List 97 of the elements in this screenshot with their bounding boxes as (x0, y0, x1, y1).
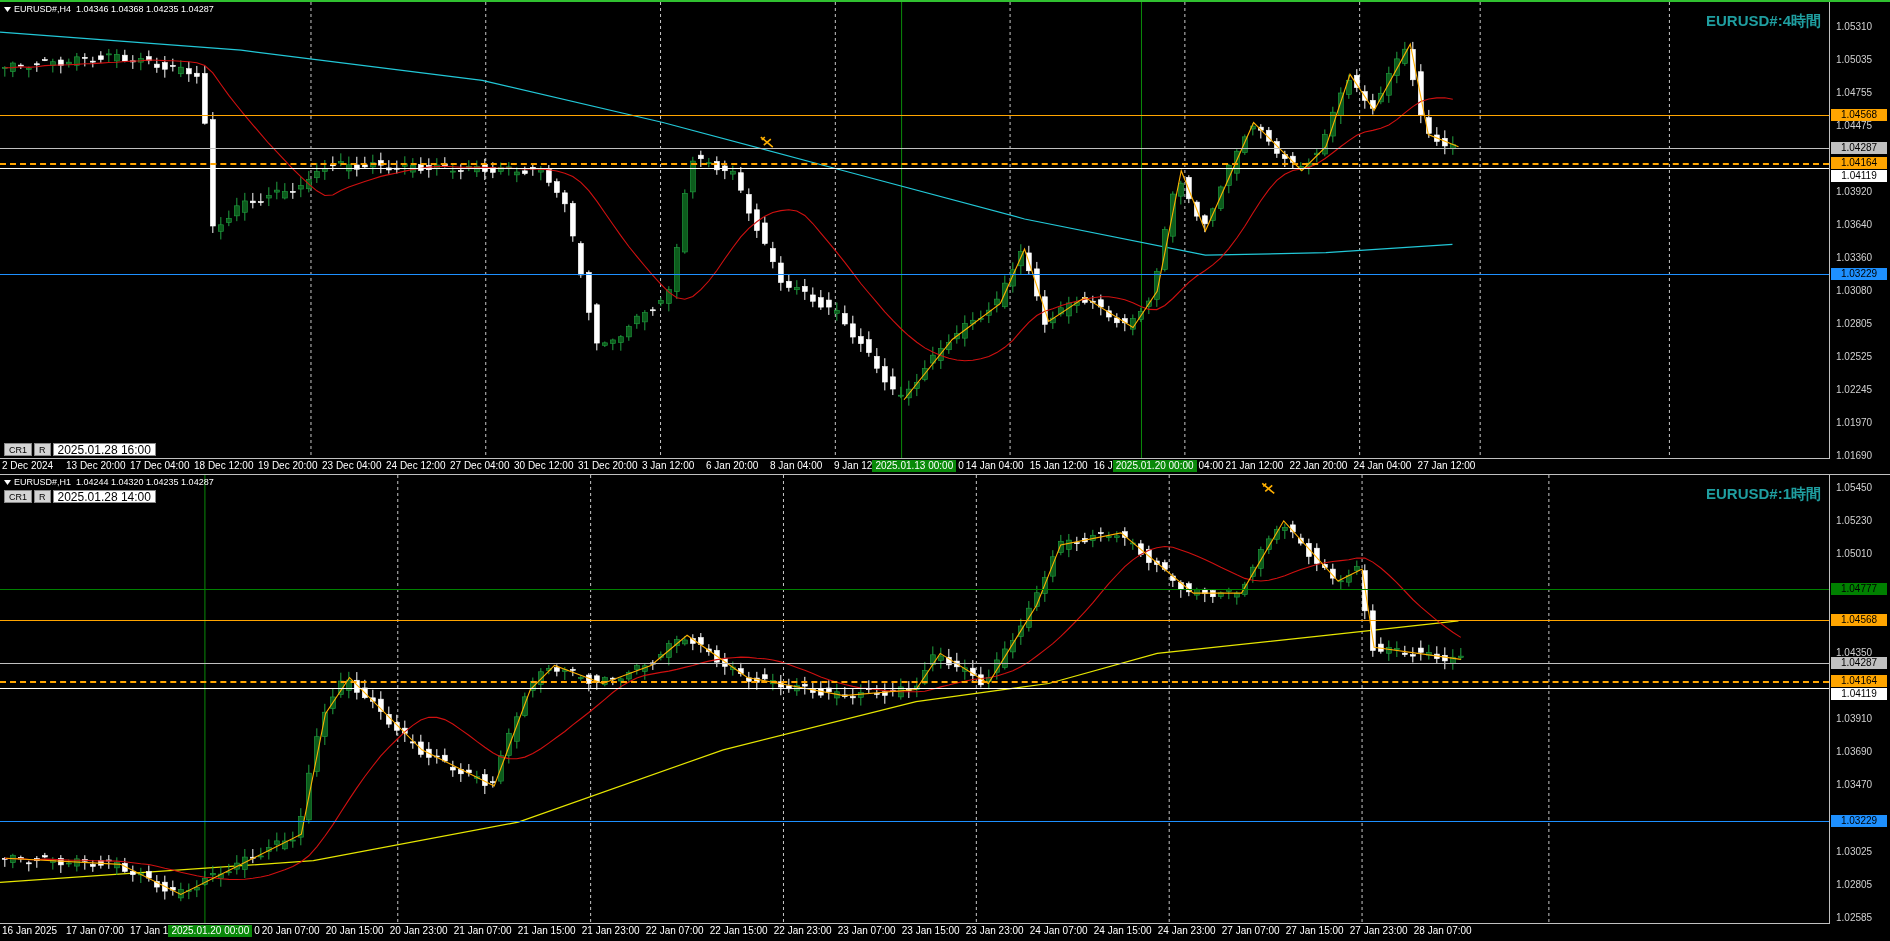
chart-toolbar-button[interactable]: R (34, 490, 51, 503)
time-axis-label: 24 Jan 23:00 (1156, 924, 1217, 937)
price-tick-label: 1.03910 (1836, 713, 1873, 726)
time-axis-label: 16 J (1092, 459, 1113, 472)
time-axis-label: 22 Jan 07:00 (644, 924, 705, 937)
time-axis-label: 15 Jan 12:00 (1028, 459, 1089, 472)
time-axis-label: 17 Dec 04:00 (129, 459, 191, 472)
price-tick-label: 1.03025 (1836, 845, 1873, 858)
time-axis-label: 22 Jan 20:00 (1288, 459, 1349, 472)
time-axis-label: 17 Jan 1 (129, 924, 169, 937)
time-axis-label: 23 Jan 15:00 (900, 924, 961, 937)
chart-toolbar-button[interactable]: CR1 (4, 490, 32, 503)
price-tick-label: 1.05230 (1836, 515, 1873, 527)
time-axis-label: 8 Jan 04:00 (769, 459, 824, 472)
chart-toolbar-button[interactable]: R (34, 443, 51, 456)
time-axis-label: 20 Jan 15:00 (324, 924, 385, 937)
time-axis-label: 27 Jan 15:00 (1284, 924, 1345, 937)
price-tick-label: 1.04350 (1836, 647, 1873, 659)
time-axis-label: 2 Dec 2024 (1, 459, 55, 472)
time-axis-label: 22 Jan 15:00 (708, 924, 769, 937)
time-axis-label: 21 Jan 15:00 (516, 924, 577, 937)
chart-symbol-header: EURUSD#,H1 1.04244 1.04320 1.04235 1.04287 (14, 476, 214, 489)
price-badge: 1.04287 (1831, 656, 1887, 669)
price-tick-label: 1.03080 (1836, 285, 1873, 298)
price-tick-label: 1.01690 (1836, 450, 1873, 462)
crosshair-time-field: 2025.01.28 14:00 (52, 490, 156, 503)
price-badge: 1.04119 (1831, 169, 1887, 182)
time-axis-label: 20 Jan 23:00 (388, 924, 449, 937)
time-axis-label: 27 Jan 07:00 (1220, 924, 1281, 937)
price-badge: 1.04777 (1831, 583, 1887, 595)
time-axis-label: 27 Dec 04:00 (449, 459, 511, 472)
price-badge: 1.04119 (1831, 688, 1887, 700)
price-tick-label: 1.05450 (1836, 482, 1873, 494)
price-tick-label: 1.03690 (1836, 746, 1873, 759)
crosshair-time-marker: 2025.01.20 00:00 (168, 924, 253, 937)
chart-title: EURUSD#:4時間 (1705, 11, 1821, 31)
price-tick-label: 1.02805 (1836, 317, 1873, 330)
time-axis-label: 17 Jan 07:00 (65, 924, 125, 937)
time-axis-label: 16 Jan 2025 (1, 924, 59, 937)
price-tick-label: 1.02585 (1836, 912, 1873, 924)
price-tick-label: 1.02805 (1836, 878, 1873, 891)
price-tick-label: 1.01970 (1836, 416, 1873, 429)
time-axis-label: 21 Jan 23:00 (580, 924, 641, 937)
price-badge: 1.04164 (1831, 675, 1887, 687)
crosshair-time-marker: 2025.01.13 00:00 (872, 459, 957, 472)
time-axis-label: 6 Jan 20:00 (705, 459, 760, 472)
price-badge: 1.04287 (1831, 142, 1887, 155)
chart-title: EURUSD#:1時間 (1705, 484, 1821, 504)
price-tick-label: 1.05010 (1836, 548, 1873, 561)
cross-marker-icon (1261, 482, 1276, 495)
dropdown-caret-icon[interactable] (4, 7, 11, 13)
time-axis-label: 23 Dec 04:00 (321, 459, 383, 472)
time-axis-label: 19 Dec 20:00 (257, 459, 319, 472)
price-tick-label: 1.02245 (1836, 384, 1873, 397)
time-axis-label: 30 Dec 12:00 (513, 459, 575, 472)
time-axis-label: 0 (957, 459, 964, 472)
time-axis-label: 23 Jan 23:00 (964, 924, 1025, 937)
time-axis-label: 24 Jan 15:00 (1092, 924, 1153, 937)
time-axis-label: 3 Jan 12:00 (641, 459, 696, 472)
price-tick-label: 1.05310 (1836, 21, 1873, 33)
price-tick-label: 1.04475 (1836, 119, 1873, 132)
price-badge: 1.04568 (1831, 108, 1887, 121)
price-badge: 1.04568 (1831, 614, 1887, 627)
time-axis-label: 23 Jan 07:00 (836, 924, 897, 937)
price-tick-label: 1.02525 (1836, 351, 1873, 364)
price-tick-label: 1.03640 (1836, 218, 1873, 231)
crosshair-time-field: 2025.01.28 16:00 (52, 443, 156, 456)
price-badge: 1.03229 (1831, 815, 1887, 828)
chart-symbol-header: EURUSD#,H4 1.04346 1.04368 1.04235 1.04287 (14, 3, 214, 16)
price-tick-label: 1.03360 (1836, 252, 1873, 265)
price-badge: 1.03229 (1831, 267, 1887, 280)
time-axis-label: 14 Jan 04:00 (964, 459, 1025, 472)
time-axis-label: 04:00 (1197, 459, 1224, 472)
time-axis-label: 27 Jan 23:00 (1348, 924, 1409, 937)
dropdown-caret-icon[interactable] (4, 480, 11, 486)
price-badge: 1.04164 (1831, 156, 1887, 169)
cross-marker-icon (760, 136, 774, 148)
time-axis-label: 22 Jan 23:00 (772, 924, 833, 937)
time-axis-label: 24 Jan 07:00 (1028, 924, 1089, 937)
time-axis-label: 21 Jan 07:00 (452, 924, 513, 937)
time-axis-label: 27 Jan 12:00 (1416, 459, 1477, 472)
price-tick-label: 1.03470 (1836, 779, 1873, 792)
time-axis-label: 24 Dec 12:00 (385, 459, 447, 472)
time-axis-label: 24 Jan 04:00 (1352, 459, 1413, 472)
time-axis-label: 9 Jan 12 (833, 459, 873, 472)
price-tick-label: 1.05035 (1836, 53, 1873, 66)
time-axis-label: 18 Dec 12:00 (193, 459, 255, 472)
time-axis-label: 21 Jan 12:00 (1224, 459, 1285, 472)
price-tick-label: 1.04755 (1836, 86, 1873, 99)
crosshair-time-marker: 2025.01.20 00:00 (1112, 459, 1197, 472)
time-axis-label: 0 (253, 924, 260, 937)
chart-toolbar-button[interactable]: CR1 (4, 443, 32, 456)
time-axis-label: 28 Jan 07:00 (1412, 924, 1473, 937)
price-tick-label: 1.03920 (1836, 185, 1873, 198)
time-axis-label: 13 Dec 20:00 (65, 459, 127, 472)
time-axis-label: 20 Jan 07:00 (260, 924, 321, 937)
time-axis-label: 31 Dec 20:00 (577, 459, 639, 472)
